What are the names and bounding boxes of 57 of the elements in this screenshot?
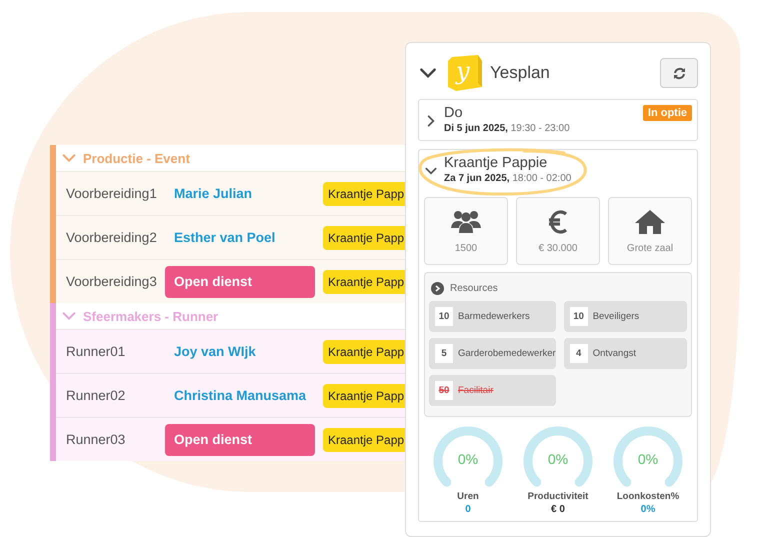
section-title: Resources [450, 283, 498, 294]
resource-item[interactable]: 10 Barmedewerkers [429, 301, 556, 332]
event-tag[interactable]: Kraantje Papp [323, 384, 406, 408]
event-card[interactable] [418, 149, 698, 522]
house-icon [634, 208, 666, 234]
app-title: Yesplan [490, 63, 551, 83]
people-icon [450, 208, 482, 234]
count-badge: 5 [435, 344, 453, 363]
stat-label: € 30.000 [538, 242, 578, 254]
gauge-ring [434, 426, 502, 487]
gauge-reading: 0% [548, 451, 568, 467]
resource-item[interactable]: 5 Garderobemedewerker [429, 338, 556, 369]
logo-letter: y [456, 57, 470, 85]
event-name: Do [444, 105, 464, 121]
role-label: Runner01 [65, 344, 126, 359]
gauge-label: Loonkosten% [616, 491, 680, 502]
event-card[interactable]: Do Di 5 jun 2025, 19:30 - 23:00 In optie [418, 99, 698, 141]
resource-name: Barmedewerkers [458, 311, 530, 322]
event-tag[interactable]: Kraantje Papp [323, 270, 406, 294]
stat-label: 1500 [454, 242, 478, 254]
event-tag[interactable]: Kraantje Papp [323, 428, 406, 452]
status-badge: In optie [642, 105, 692, 121]
role-label: Runner03 [65, 432, 126, 447]
event-tag[interactable]: Kraantje Papp [323, 340, 406, 364]
role-label: Runner02 [65, 388, 126, 403]
resource-item[interactable]: 50 Facilitair [429, 375, 556, 406]
event-date-time: Za 7 jun 2025, 18:00 - 02:00 [444, 173, 572, 184]
gauge-value: 0% [640, 504, 656, 515]
resource-name: Facilitair [458, 385, 494, 396]
event-tag[interactable]: Kraantje Papp [323, 182, 406, 206]
event-name: Kraantje Pappie [444, 155, 548, 171]
refresh-icon [672, 66, 686, 80]
gauge-ring [614, 426, 682, 487]
gauge-reading: 0% [638, 451, 658, 467]
resource-name: Ontvangst [592, 348, 636, 359]
event-tag[interactable]: Kraantje Papp [323, 226, 406, 250]
count-badge: 50 [435, 381, 453, 400]
stat-label: Grote zaal [626, 242, 674, 254]
event-date-time: Di 5 jun 2025, 19:30 - 23:00 [444, 123, 570, 134]
count-badge: 10 [435, 307, 453, 326]
resource-name: Garderobemedewerker [458, 348, 556, 359]
resource-item[interactable]: 10 Beveiligers [564, 301, 687, 332]
refresh-button[interactable] [660, 58, 698, 88]
count-badge: 4 [570, 344, 588, 363]
expand-circle-icon[interactable] [431, 282, 444, 295]
role-label: Voorbereiding2 [65, 230, 158, 245]
gauge-ring [524, 426, 592, 487]
gauge-reading: 0% [458, 451, 478, 467]
gauge-value: 0 [465, 504, 471, 515]
role-label: Voorbereiding3 [65, 274, 158, 289]
gauge-label: Uren [457, 491, 479, 502]
resource-name: Beveiligers [592, 311, 640, 322]
count-badge: 10 [570, 307, 588, 326]
role-label: Voorbereiding1 [65, 186, 158, 201]
gauge-label: Productiviteit [528, 491, 588, 502]
resource-item[interactable]: 4 Ontvangst [564, 338, 687, 369]
gauge-value: € 0 [551, 504, 565, 515]
